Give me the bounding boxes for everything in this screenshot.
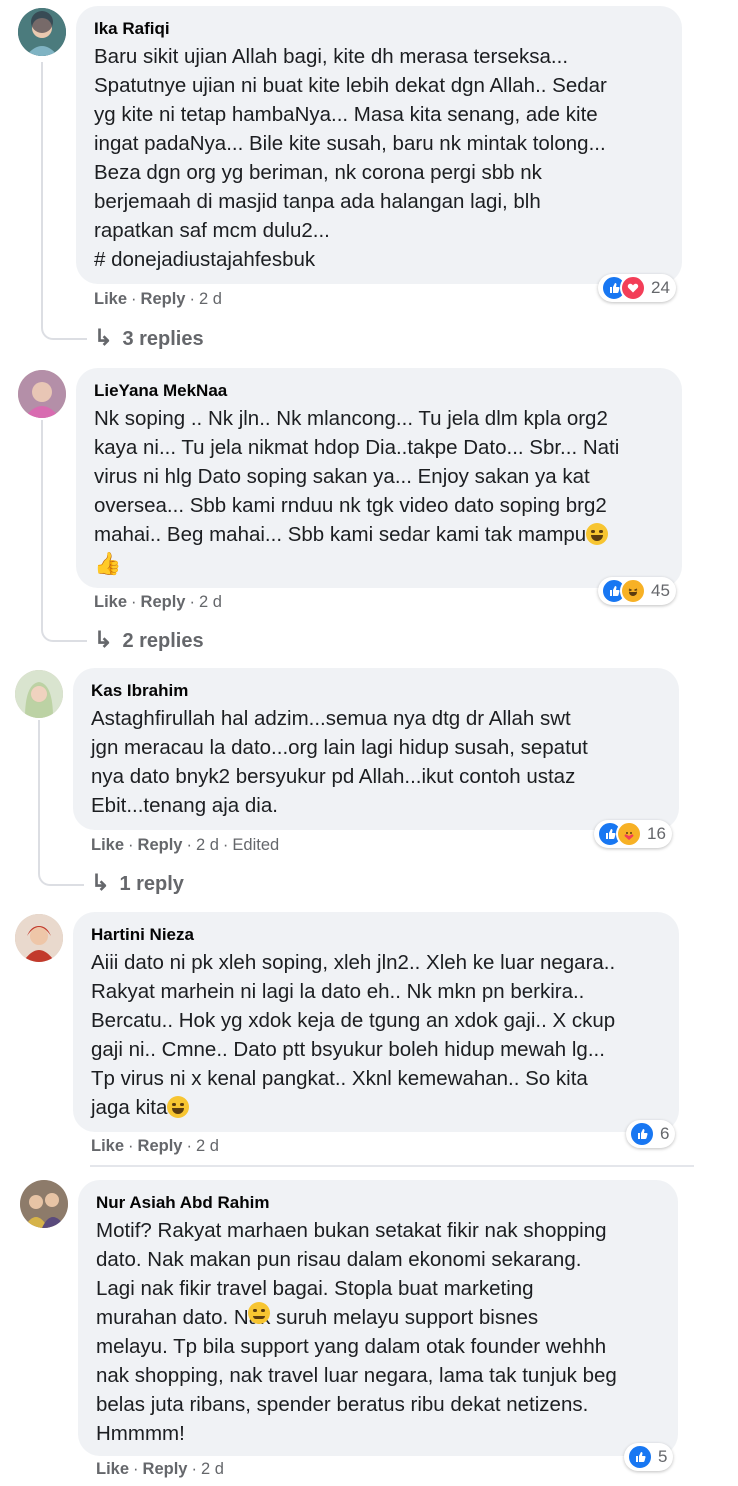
- timestamp[interactable]: 2 d: [199, 290, 222, 308]
- avatar[interactable]: [15, 914, 63, 962]
- like-reaction-icon: [627, 1444, 653, 1470]
- edited-label: Edited: [232, 836, 280, 854]
- comment-bubble: Ika Rafiqi Baru sikit ujian Allah bagi, …: [76, 6, 682, 284]
- grinning-sweat-emoji: [586, 523, 609, 545]
- avatar[interactable]: [18, 8, 66, 56]
- reply-button[interactable]: Reply: [138, 1137, 183, 1155]
- reactions-summary[interactable]: 16: [594, 820, 672, 848]
- reply-button[interactable]: Reply: [141, 290, 186, 308]
- timestamp[interactable]: 2 d: [199, 593, 222, 611]
- reactions-summary[interactable]: 45: [598, 577, 676, 605]
- view-replies-link[interactable]: ↳ 3 replies: [94, 325, 204, 351]
- like-reaction-icon: [629, 1121, 655, 1147]
- replies-count: 2 replies: [122, 630, 204, 652]
- reply-button[interactable]: Reply: [138, 836, 183, 854]
- comment-text: Astaghfirullah hal adzim...semua nya dtg…: [91, 707, 588, 817]
- reaction-count: 6: [660, 1124, 670, 1143]
- divider: [90, 1165, 694, 1167]
- like-button[interactable]: Like: [96, 1460, 129, 1478]
- comment-author[interactable]: LieYana MekNaa: [94, 380, 664, 402]
- reply-button[interactable]: Reply: [141, 593, 186, 611]
- avatar[interactable]: [20, 1180, 68, 1228]
- avatar[interactable]: [15, 670, 63, 718]
- comment-text: Nk soping .. Nk jln.. Nk mlancong... Tu …: [94, 404, 664, 579]
- comment-actions: Like · Reply · 2 d: [94, 593, 222, 611]
- thumbs-up-emoji: 👍: [94, 551, 122, 576]
- comment-bubble: Nur Asiah Abd Rahim Motif? Rakyat marhae…: [78, 1180, 678, 1456]
- reaction-count: 24: [651, 278, 670, 297]
- avatar[interactable]: [18, 370, 66, 418]
- like-button[interactable]: Like: [91, 1137, 124, 1155]
- reply-button[interactable]: Reply: [143, 1460, 188, 1478]
- care-reaction-icon: [616, 821, 642, 847]
- love-reaction-icon: [620, 275, 646, 301]
- reactions-summary[interactable]: 5: [624, 1443, 674, 1471]
- comment-author[interactable]: Ika Rafiqi: [94, 18, 664, 40]
- like-button[interactable]: Like: [94, 593, 127, 611]
- comment-text-body: Aiii dato ni pk xleh soping, xleh jln2..…: [91, 951, 616, 1119]
- comment-actions: Like · Reply · 2 d: [96, 1460, 224, 1478]
- reaction-count: 16: [647, 824, 666, 843]
- comment-bubble: Hartini Nieza Aiii dato ni pk xleh sopin…: [73, 912, 679, 1132]
- reply-arrow-icon: ↳: [94, 627, 113, 652]
- like-button[interactable]: Like: [94, 290, 127, 308]
- sleepy-emoji: [248, 1302, 270, 1324]
- comment-bubble: LieYana MekNaa Nk soping .. Nk jln.. Nk …: [76, 368, 682, 588]
- comment-author[interactable]: Kas Ibrahim: [91, 680, 661, 702]
- comment-text: Baru sikit ujian Allah bagi, kite dh mer…: [94, 45, 607, 271]
- view-replies-link[interactable]: ↳ 1 reply: [91, 870, 184, 896]
- timestamp[interactable]: 2 d: [201, 1460, 224, 1478]
- reply-arrow-icon: ↳: [94, 325, 113, 350]
- comment-text: Aiii dato ni pk xleh soping, xleh jln2..…: [91, 948, 661, 1122]
- grin-emoji: [167, 1096, 190, 1118]
- view-replies-link[interactable]: ↳ 2 replies: [94, 627, 204, 653]
- timestamp[interactable]: 2 d: [196, 1137, 219, 1155]
- timestamp[interactable]: 2 d: [196, 836, 219, 854]
- comment-actions: Like · Reply · 2 d: [94, 290, 222, 308]
- reply-arrow-icon: ↳: [91, 870, 110, 895]
- comment-author[interactable]: Nur Asiah Abd Rahim: [96, 1192, 660, 1214]
- reaction-count: 45: [651, 581, 670, 600]
- comment-author[interactable]: Hartini Nieza: [91, 924, 661, 946]
- like-button[interactable]: Like: [91, 836, 124, 854]
- replies-count: 3 replies: [122, 328, 204, 350]
- haha-reaction-icon: [620, 578, 646, 604]
- comment-text-body: Nk soping .. Nk jln.. Nk mlancong... Tu …: [94, 407, 620, 546]
- reactions-summary[interactable]: 24: [598, 274, 676, 302]
- replies-count: 1 reply: [119, 873, 184, 895]
- comment-bubble: Kas Ibrahim Astaghfirullah hal adzim...s…: [73, 668, 679, 830]
- reaction-count: 5: [658, 1447, 668, 1466]
- comment-actions: Like · Reply · 2 d · Edited: [91, 836, 280, 854]
- comment-actions: Like · Reply · 2 d: [91, 1137, 219, 1155]
- comment-text: Motif? Rakyat marhaen bukan setakat fiki…: [96, 1219, 617, 1445]
- reactions-summary[interactable]: 6: [626, 1120, 676, 1148]
